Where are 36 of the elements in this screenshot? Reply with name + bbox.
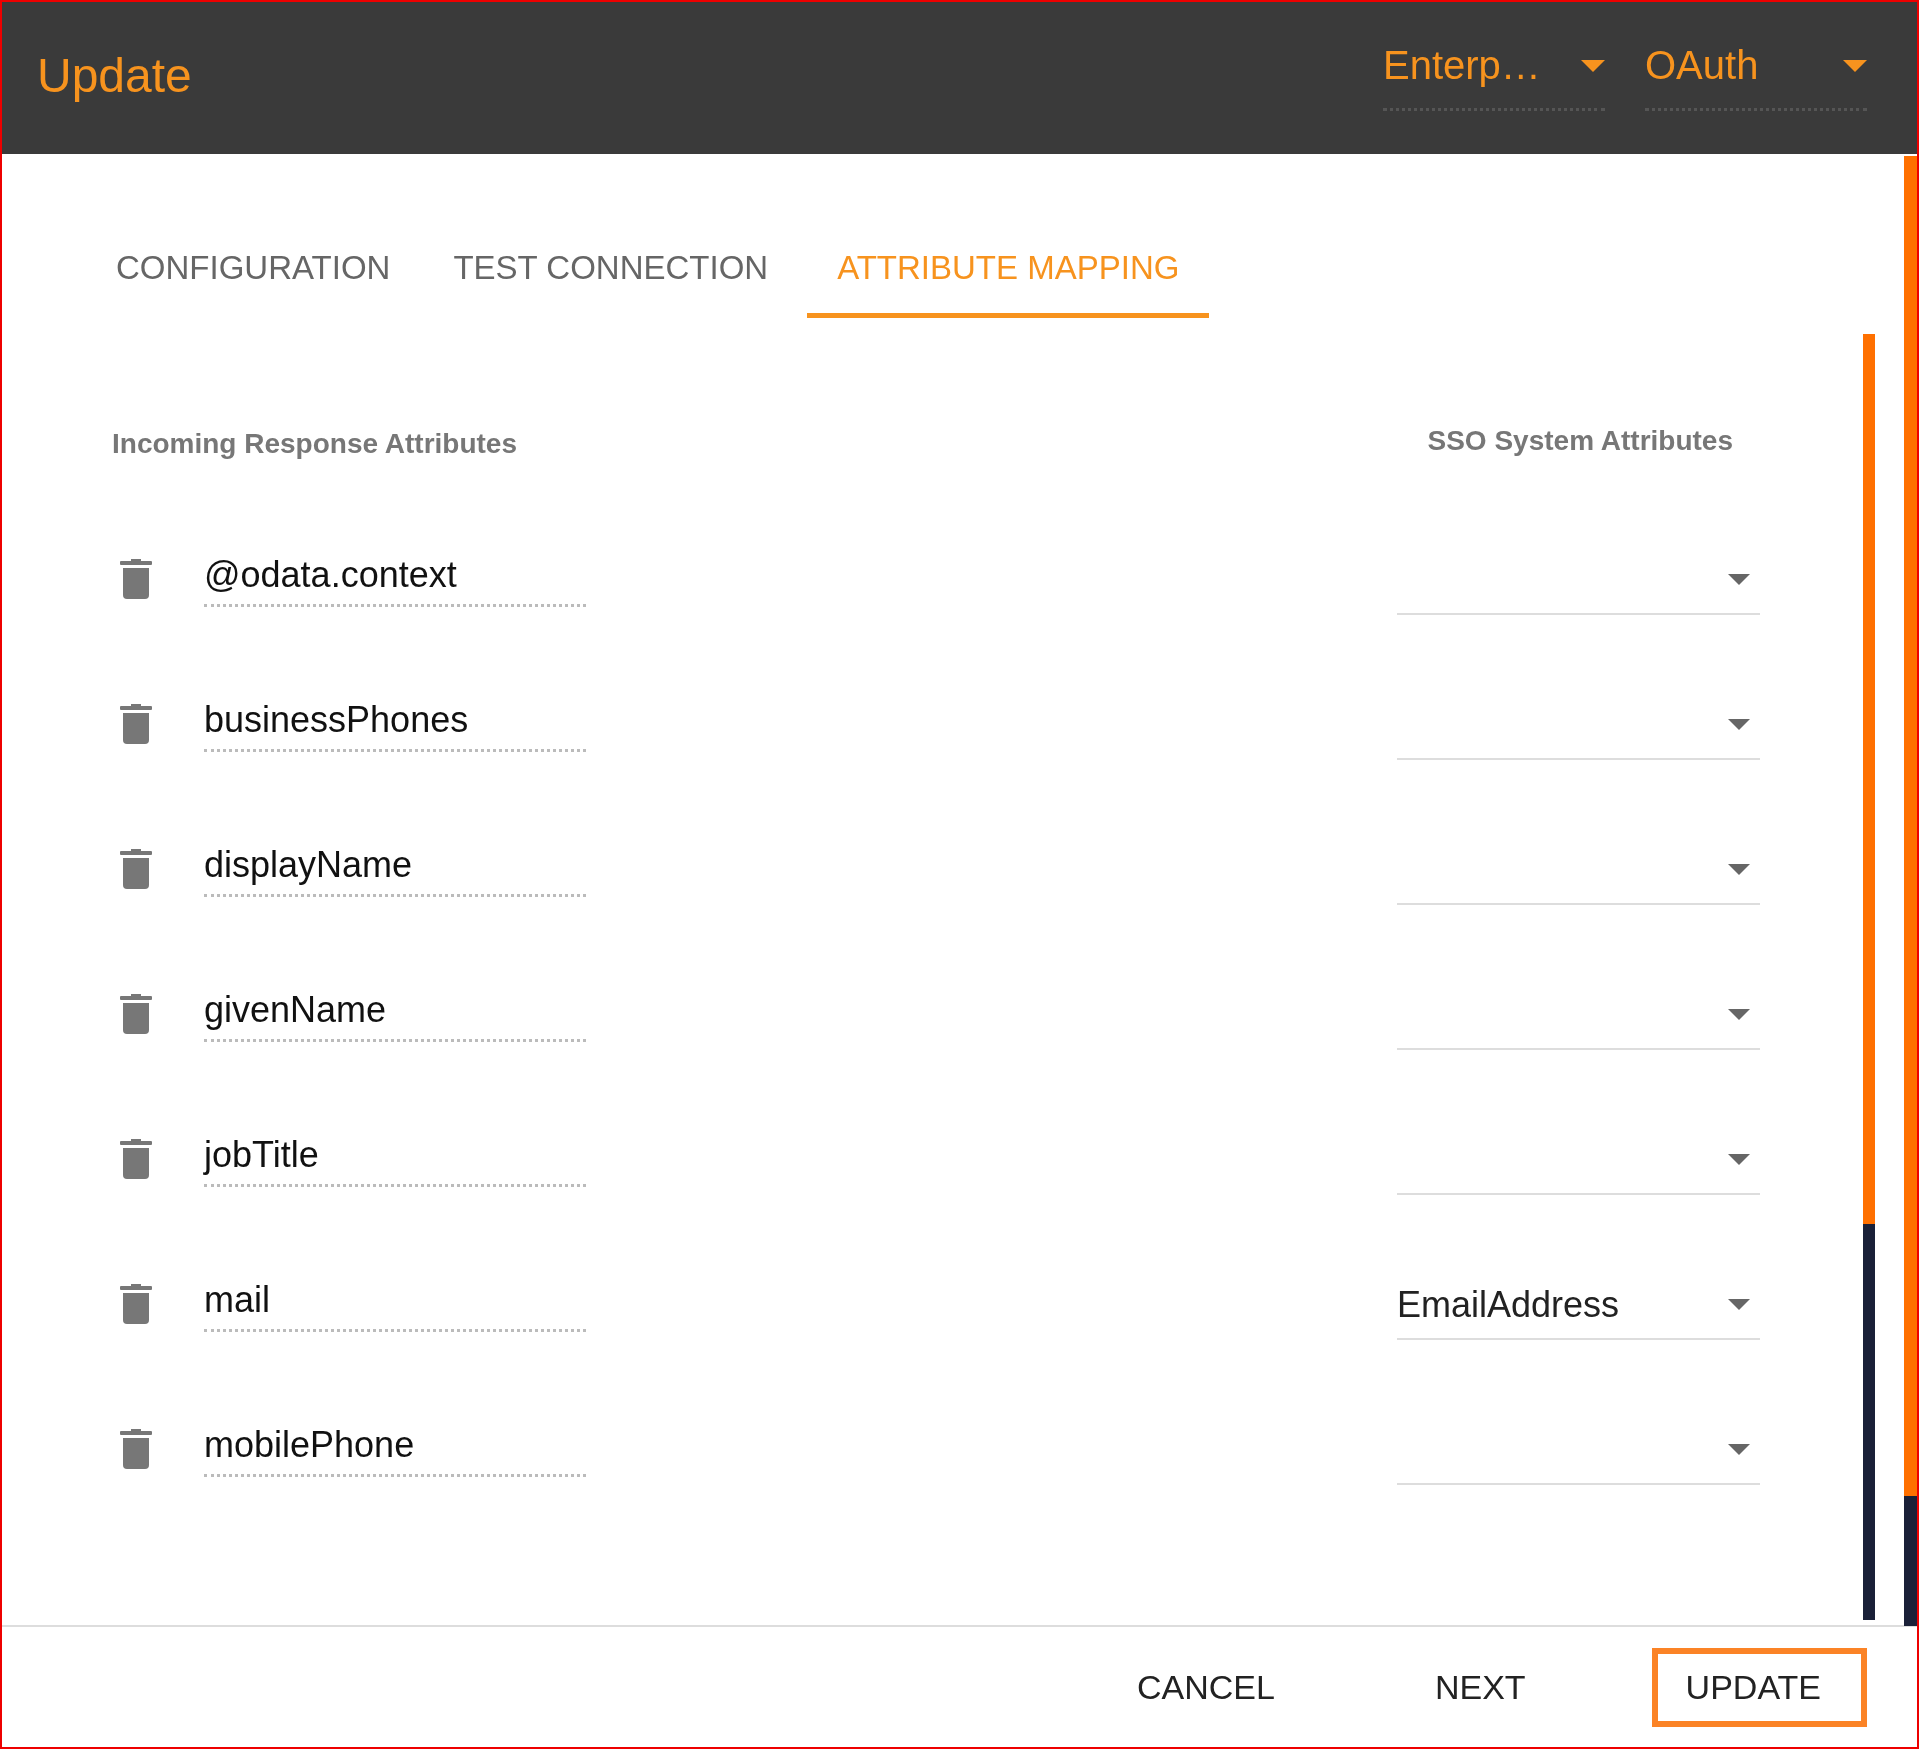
footer-button[interactable]: UPDATE — [1651, 1647, 1867, 1727]
attribute-field[interactable]: givenName — [204, 989, 586, 1042]
footer-button[interactable]: CANCEL — [1103, 1647, 1321, 1727]
header-dropdown[interactable]: OAuth — [1645, 43, 1867, 111]
attribute-field[interactable]: businessPhones — [204, 699, 586, 752]
dialog-title: Update — [37, 47, 192, 103]
attribute-field[interactable]: displayName — [204, 844, 586, 897]
trash-icon[interactable] — [120, 558, 152, 599]
caret-icon — [1728, 719, 1750, 730]
column-heading: SSO System Attributes — [1427, 425, 1733, 458]
caret-icon — [1843, 59, 1867, 72]
trash-icon[interactable] — [120, 993, 152, 1034]
tab[interactable]: CONFIGURATION — [92, 249, 415, 318]
caret-icon — [1728, 864, 1750, 875]
attribute-select[interactable]: EmailAddress — [1397, 1281, 1760, 1340]
tab[interactable]: TEST CONNECTION — [429, 249, 793, 318]
trash-icon[interactable] — [120, 703, 152, 744]
attribute-field[interactable]: jobTitle — [204, 1134, 586, 1187]
caret-icon — [1728, 1299, 1750, 1310]
trash-icon[interactable] — [120, 1428, 152, 1469]
header-dropdown[interactable]: Enterp… — [1383, 43, 1605, 111]
footer-button[interactable]: NEXT — [1400, 1647, 1572, 1727]
trash-icon[interactable] — [120, 848, 152, 889]
caret-icon — [1728, 1154, 1750, 1165]
caret-icon — [1728, 1444, 1750, 1455]
caret-icon — [1581, 59, 1605, 72]
trash-icon[interactable] — [120, 1283, 152, 1324]
scrollbar[interactable] — [1863, 334, 1875, 1620]
column-heading: Incoming Response Attributes — [112, 428, 517, 460]
attribute-field[interactable]: @odata.context — [204, 554, 586, 607]
scrollbar[interactable] — [1904, 156, 1917, 1626]
trash-icon[interactable] — [120, 1138, 152, 1179]
attribute-field[interactable]: mail — [204, 1279, 586, 1332]
attribute-field[interactable]: mobilePhone — [204, 1424, 586, 1477]
caret-icon — [1728, 1009, 1750, 1020]
caret-icon — [1728, 574, 1750, 585]
